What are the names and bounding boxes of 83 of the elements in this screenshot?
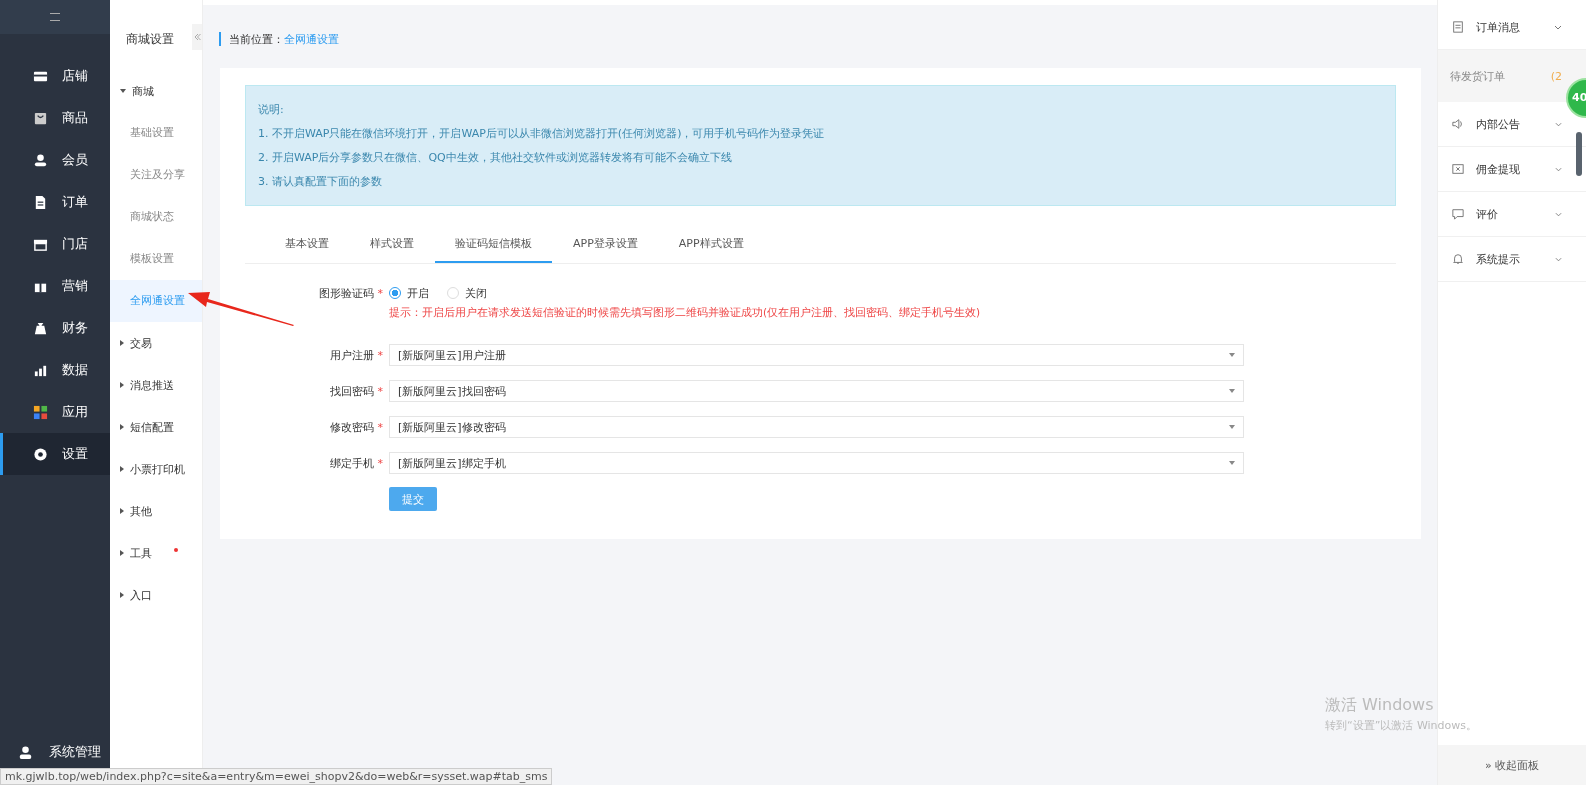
required-mark: * <box>377 384 383 398</box>
user-icon <box>18 744 33 760</box>
submenu-item[interactable]: 模板设置 <box>110 238 202 280</box>
tab[interactable]: 样式设置 <box>350 226 434 263</box>
sidebar-item[interactable]: 财务 <box>0 307 110 349</box>
select-field[interactable]: [新版阿里云]用户注册 <box>389 344 1244 366</box>
tab[interactable]: APP样式设置 <box>658 226 764 263</box>
count-text: (2 <box>1550 69 1562 83</box>
radio-label: 关闭 <box>465 285 487 301</box>
submenu-group[interactable]: 商城 <box>110 70 202 112</box>
collapse-icon[interactable] <box>192 24 202 50</box>
notice-text: 3. 请认真配置下面的参数 <box>258 174 383 189</box>
select-field[interactable]: [新版阿里云]绑定手机 <box>389 452 1244 474</box>
sidebar-item[interactable]: 店铺 <box>0 55 110 97</box>
collapse-panel-link[interactable]: » 收起面板 <box>1438 745 1586 785</box>
field-label: 找回密码 <box>329 383 374 399</box>
submenu-item[interactable]: 关注及分享 <box>110 154 202 196</box>
chevron-icon <box>1555 166 1562 172</box>
sidebar-item[interactable]: 应用 <box>0 391 110 433</box>
tab[interactable]: 基本设置 <box>265 226 349 263</box>
field-label: 用户注册 <box>329 347 374 363</box>
required-mark: * <box>377 286 383 300</box>
bag-icon <box>33 110 48 126</box>
submenu-group[interactable]: 交易 <box>110 322 202 364</box>
select-field[interactable]: [新版阿里云]找回密码 <box>389 380 1244 402</box>
doc-icon <box>33 194 48 210</box>
sidebar-item[interactable]: 设置 <box>0 433 110 475</box>
notification-dot <box>174 548 178 552</box>
hint-text: 提示：开启后用户在请求发送短信验证的时候需先填写图形二维码并验证成功(仅在用户注册、找回密码、绑定手机号生效) <box>389 306 981 320</box>
caret-icon <box>1229 425 1235 429</box>
scroll-handle[interactable] <box>1576 132 1582 176</box>
sidebar-item[interactable]: 系统管理 <box>49 743 101 761</box>
tab[interactable]: APP登录设置 <box>553 226 658 263</box>
apps-icon <box>33 404 48 420</box>
sidebar-item[interactable]: 门店 <box>0 223 110 265</box>
sidebar-item[interactable]: 商品 <box>0 97 110 139</box>
submenu-item[interactable]: 商城状态 <box>110 196 202 238</box>
field-label: 修改密码 <box>329 419 374 435</box>
caret-icon <box>1229 461 1235 465</box>
submenu-item[interactable]: 基础设置 <box>110 112 202 154</box>
status-url: mk.gjwlb.top/web/index.php?c=site&a=entry&m=ewei_shopv2&do=web&r=sysset.wap#tab_sms <box>0 768 553 785</box>
required-mark: * <box>377 456 383 470</box>
caret-icon <box>1229 353 1235 357</box>
submenu-group[interactable]: 工具 <box>110 532 202 574</box>
money-icon <box>33 320 48 336</box>
chevron-icon <box>1555 121 1562 127</box>
submenu-group[interactable]: 入口 <box>110 574 202 616</box>
bell-icon <box>1452 253 1464 265</box>
chevron-icon <box>1555 256 1562 262</box>
required-mark: * <box>377 420 383 434</box>
notice-text: 2. 开启WAP后分享参数只在微信、QQ中生效，其他社交软件或浏览器转发将有可能不会确立下线 <box>258 150 733 165</box>
notice-text: 1. 不开启WAP只能在微信环境打开，开启WAP后可以从非微信浏览器打开(任何浏览器)，可用手机号码作为登录凭证 <box>258 126 826 141</box>
breadcrumb-label: 当前位置： <box>229 31 284 47</box>
sidebar-item[interactable]: 数据 <box>0 349 110 391</box>
panel-section-header[interactable]: 评价 <box>1438 192 1586 237</box>
notice-title: 说明: <box>258 102 285 117</box>
document-icon <box>1452 21 1464 33</box>
sidebar-item[interactable]: 订单 <box>0 181 110 223</box>
activation-title: 激活 Windows <box>1325 695 1435 716</box>
submenu-group[interactable]: 消息推送 <box>110 364 202 406</box>
wallet-icon <box>1452 163 1464 175</box>
select-field[interactable]: [新版阿里云]修改密码 <box>389 416 1244 438</box>
submenu-group[interactable]: 短信配置 <box>110 406 202 448</box>
user-icon <box>33 152 48 168</box>
required-mark: * <box>377 348 383 362</box>
field-label: 绑定手机 <box>329 455 374 471</box>
collapse-icon[interactable] <box>0 0 110 34</box>
submenu-group[interactable]: 小票打印机 <box>110 448 202 490</box>
submenu-title: 商城设置 <box>126 31 174 48</box>
submenu-group[interactable]: 其他 <box>110 490 202 532</box>
sidebar-item[interactable]: 会员 <box>0 139 110 181</box>
comment-icon <box>1452 208 1464 220</box>
tab[interactable]: 验证码短信模板 <box>435 226 552 263</box>
speaker-icon <box>1452 118 1464 130</box>
chevron-icon <box>1554 24 1562 30</box>
radio-button[interactable] <box>389 287 401 299</box>
caret-icon <box>1229 389 1235 393</box>
field-label: 图形验证码 <box>318 285 374 301</box>
sidebar-item[interactable]: 营销 <box>0 265 110 307</box>
panel-section-header[interactable]: 系统提示 <box>1438 237 1586 282</box>
radio-label: 开启 <box>407 285 429 301</box>
settings-icon <box>33 446 48 462</box>
chevron-icon <box>1555 211 1562 217</box>
